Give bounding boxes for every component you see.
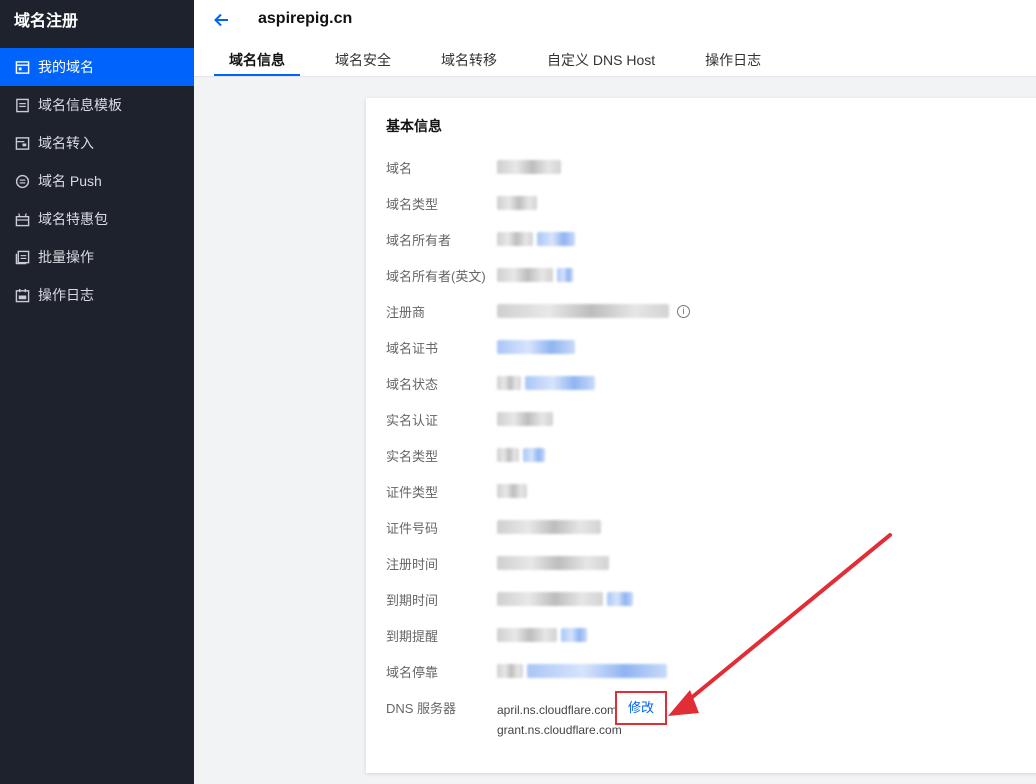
- sidebar-item-info-template[interactable]: 域名信息模板: [0, 86, 194, 124]
- sidebar-item-operation-log[interactable]: 操作日志: [0, 276, 194, 314]
- redacted-value: [497, 268, 577, 282]
- sidebar-item-label: 域名转入: [38, 135, 94, 151]
- sidebar-item-push[interactable]: 域名 Push: [0, 162, 194, 200]
- info-label: 实名认证: [386, 412, 439, 428]
- info-row-registration-time: 注册时间: [386, 553, 613, 573]
- info-row-expiry-reminder: 到期提醒: [386, 625, 591, 645]
- info-label: 域名证书: [386, 340, 439, 356]
- arrow-left-icon[interactable]: [212, 10, 232, 30]
- redacted-value: [497, 592, 637, 606]
- info-label: 到期时间: [386, 592, 439, 608]
- page-title: aspirepig.cn: [258, 10, 353, 27]
- info-icon[interactable]: i: [677, 304, 690, 318]
- redacted-value: [497, 196, 541, 210]
- sidebar-title: 域名注册: [14, 13, 79, 30]
- info-row-certificate: 域名证书: [386, 337, 579, 357]
- info-row-id-type: 证件类型: [386, 481, 531, 501]
- redacted-value: i: [497, 304, 690, 318]
- info-label: 证件号码: [386, 520, 439, 536]
- sidebar-item-batch[interactable]: 批量操作: [0, 238, 194, 276]
- info-label: 域名所有者(英文): [386, 268, 486, 284]
- batch-icon: [14, 249, 30, 265]
- info-label: 到期提醒: [386, 628, 439, 644]
- info-row-realname-type: 实名类型: [386, 445, 549, 465]
- card-title: 基本信息: [386, 118, 442, 134]
- redacted-value: [497, 484, 531, 498]
- redacted-value: [497, 448, 549, 462]
- info-row-status: 域名状态: [386, 373, 599, 393]
- info-label: 域名类型: [386, 196, 439, 212]
- transfer-in-icon: [14, 135, 30, 151]
- log-icon: [14, 287, 30, 303]
- tab-domain-transfer[interactable]: 域名转移: [426, 44, 512, 76]
- sidebar-item-label: 域名特惠包: [38, 211, 108, 227]
- tab-custom-dns-host[interactable]: 自定义 DNS Host: [532, 44, 670, 76]
- info-label: 域名: [386, 160, 413, 176]
- sidebar-item-label: 我的域名: [38, 59, 94, 75]
- redacted-value: [497, 628, 591, 642]
- info-label: 域名停靠: [386, 664, 439, 680]
- basic-info-card: 基本信息 域名 域名类型 域名所有者 域名所有者(英文) 注册商 i 域名证书 …: [366, 98, 1036, 773]
- info-label: 注册时间: [386, 556, 439, 572]
- modify-dns-button[interactable]: 修改: [615, 691, 667, 725]
- sidebar-item-label: 操作日志: [38, 287, 94, 303]
- sidebar-item-transfer-in[interactable]: 域名转入: [0, 124, 194, 162]
- redacted-link[interactable]: [497, 340, 579, 354]
- page-header: aspirepig.cn 域名信息 域名安全 域名转移 自定义 DNS Host…: [194, 0, 1036, 77]
- info-row-domain: 域名: [386, 157, 565, 177]
- sidebar-item-label: 域名信息模板: [38, 97, 122, 113]
- redacted-value: [497, 520, 605, 534]
- redacted-value: [497, 664, 671, 678]
- tab-domain-security[interactable]: 域名安全: [320, 44, 406, 76]
- info-row-domain-type: 域名类型: [386, 193, 541, 213]
- gift-package-icon: [14, 211, 30, 227]
- sidebar: 域名注册 我的域名 域名信息模板 域名转入 域名 Push 域名特惠包 批量操作: [0, 0, 194, 784]
- redacted-value: [497, 412, 557, 426]
- info-label: 证件类型: [386, 484, 439, 500]
- info-label: 注册商: [386, 304, 426, 320]
- sidebar-item-my-domains[interactable]: 我的域名: [0, 48, 194, 86]
- sidebar-item-special-package[interactable]: 域名特惠包: [0, 200, 194, 238]
- push-icon: [14, 173, 30, 189]
- info-row-parking: 域名停靠: [386, 661, 671, 681]
- info-row-owner-en: 域名所有者(英文): [386, 265, 577, 285]
- redacted-value: [497, 556, 613, 570]
- dns-server-1: april.ns.cloudflare.com: [497, 703, 618, 717]
- document-icon: [14, 97, 30, 113]
- info-row-owner: 域名所有者: [386, 229, 579, 249]
- info-row-registrar: 注册商 i: [386, 301, 690, 321]
- redacted-value: [497, 376, 599, 390]
- calendar-icon: [14, 59, 30, 75]
- info-label: 实名类型: [386, 448, 439, 464]
- redacted-value: [497, 160, 565, 174]
- info-label: 域名状态: [386, 376, 439, 392]
- redacted-value: [497, 232, 579, 246]
- info-row-expiry-time: 到期时间: [386, 589, 637, 609]
- tab-domain-info[interactable]: 域名信息: [214, 44, 300, 76]
- dns-server-2: grant.ns.cloudflare.com: [497, 723, 622, 737]
- info-row-dns-servers: DNS 服务器: [386, 697, 497, 717]
- tab-bar: 域名信息 域名安全 域名转移 自定义 DNS Host 操作日志: [214, 44, 796, 76]
- sidebar-item-label: 批量操作: [38, 249, 94, 265]
- info-row-realname: 实名认证: [386, 409, 557, 429]
- info-label: 域名所有者: [386, 232, 452, 248]
- dns-server-list: april.ns.cloudflare.com grant.ns.cloudfl…: [497, 700, 622, 740]
- sidebar-item-label: 域名 Push: [38, 173, 102, 189]
- info-label: DNS 服务器: [386, 700, 457, 716]
- info-row-id-number: 证件号码: [386, 517, 605, 537]
- tab-operation-log[interactable]: 操作日志: [690, 44, 776, 76]
